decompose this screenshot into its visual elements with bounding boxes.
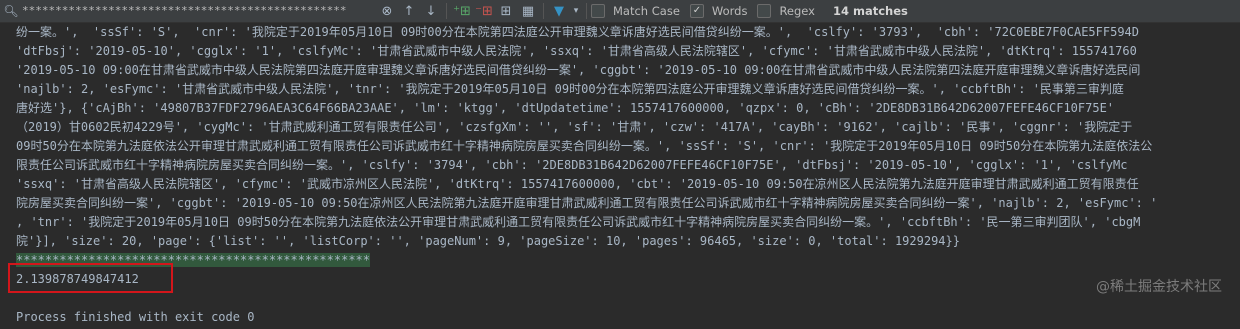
- console-line: 'dtFbsj': '2019-05-10', 'cgglx': '1', 'c…: [16, 44, 1137, 58]
- console-line: 唐好选'}, {'cAjBh': '49807B37FDF2796AEA3C64…: [16, 101, 1115, 115]
- filter-icon[interactable]: ▼: [548, 0, 570, 22]
- clear-search-icon[interactable]: ⊗: [376, 0, 398, 22]
- console-line: '2019-05-10 09:00在甘肃省武威市中级人民法院第四法庭开庭审理魏义…: [16, 63, 1141, 77]
- words-label: Words: [711, 4, 748, 18]
- words-checkbox[interactable]: ✓: [689, 4, 704, 18]
- chevron-down-icon[interactable]: ▾: [570, 0, 582, 22]
- match-case-option[interactable]: Match Case: [591, 4, 680, 18]
- match-case-label: Match Case: [613, 4, 680, 18]
- next-occurrence-icon[interactable]: ↓: [420, 0, 442, 22]
- regex-label: Regex: [779, 4, 815, 18]
- console-line: 院房屋买卖合同纠纷一案', 'cggbt': '2019-05-10 09:50…: [16, 196, 1158, 210]
- match-count: 14 matches: [832, 4, 908, 18]
- regex-checkbox[interactable]: [757, 4, 772, 18]
- process-finished-line: Process finished with exit code 0: [16, 310, 255, 324]
- console-line: 院'}], 'size': 20, 'page': {'list': '', '…: [16, 234, 960, 248]
- search-input[interactable]: ****************************************…: [22, 2, 376, 20]
- regex-option[interactable]: Regex: [757, 4, 815, 18]
- annotation-red-box: [8, 263, 173, 293]
- console-line: 'ssxq': '甘肃省高级人民法院辖区', 'cfymc': '武威市凉州区人…: [16, 177, 1139, 191]
- watermark: @稀土掘金技术社区: [1096, 279, 1222, 295]
- toolbar-divider: [446, 3, 447, 19]
- words-option[interactable]: ✓ Words: [689, 4, 748, 18]
- console-output[interactable]: 纷一案。', 'ssSf': 'S', 'cnr': '我院定于2019年05月…: [0, 23, 1240, 329]
- search-icon[interactable]: 🔍︎: [0, 0, 22, 22]
- console-line: 纷一案。', 'ssSf': 'S', 'cnr': '我院定于2019年05月…: [16, 25, 1139, 39]
- previous-occurrence-icon[interactable]: ↑: [398, 0, 420, 22]
- remove-selection-icon[interactable]: ⁻⊞: [473, 0, 495, 22]
- toolbar-divider: [586, 3, 587, 19]
- match-case-checkbox[interactable]: [591, 4, 605, 18]
- console-line: 09时50分在本院第九法庭依法公开审理甘肃武威利通工贸有限责任公司诉武威市红十字…: [16, 139, 1153, 153]
- console-line: , 'tnr': '我院定于2019年05月10日 09时50分在本院第九法庭依…: [16, 215, 1141, 229]
- toolbar-divider: [543, 3, 544, 19]
- console-line: 限责任公司诉武威市红十字精神病院房屋买卖合同纠纷一案。', 'cslfy': '…: [16, 158, 1128, 172]
- console-line: （2019）甘0602民初4229号', 'cygMc': '甘肃武威利通工贸有…: [16, 120, 1133, 134]
- console-line: 'najlb': 2, 'esFymc': '甘肃省武威市中级人民法院', 't…: [16, 82, 1124, 96]
- select-all-icon[interactable]: ▦: [517, 0, 539, 22]
- select-all-occurrences-icon[interactable]: ⊞: [495, 0, 517, 22]
- find-bar: 🔍︎ *************************************…: [0, 0, 1240, 23]
- add-selection-icon[interactable]: ⁺⊞: [451, 0, 473, 22]
